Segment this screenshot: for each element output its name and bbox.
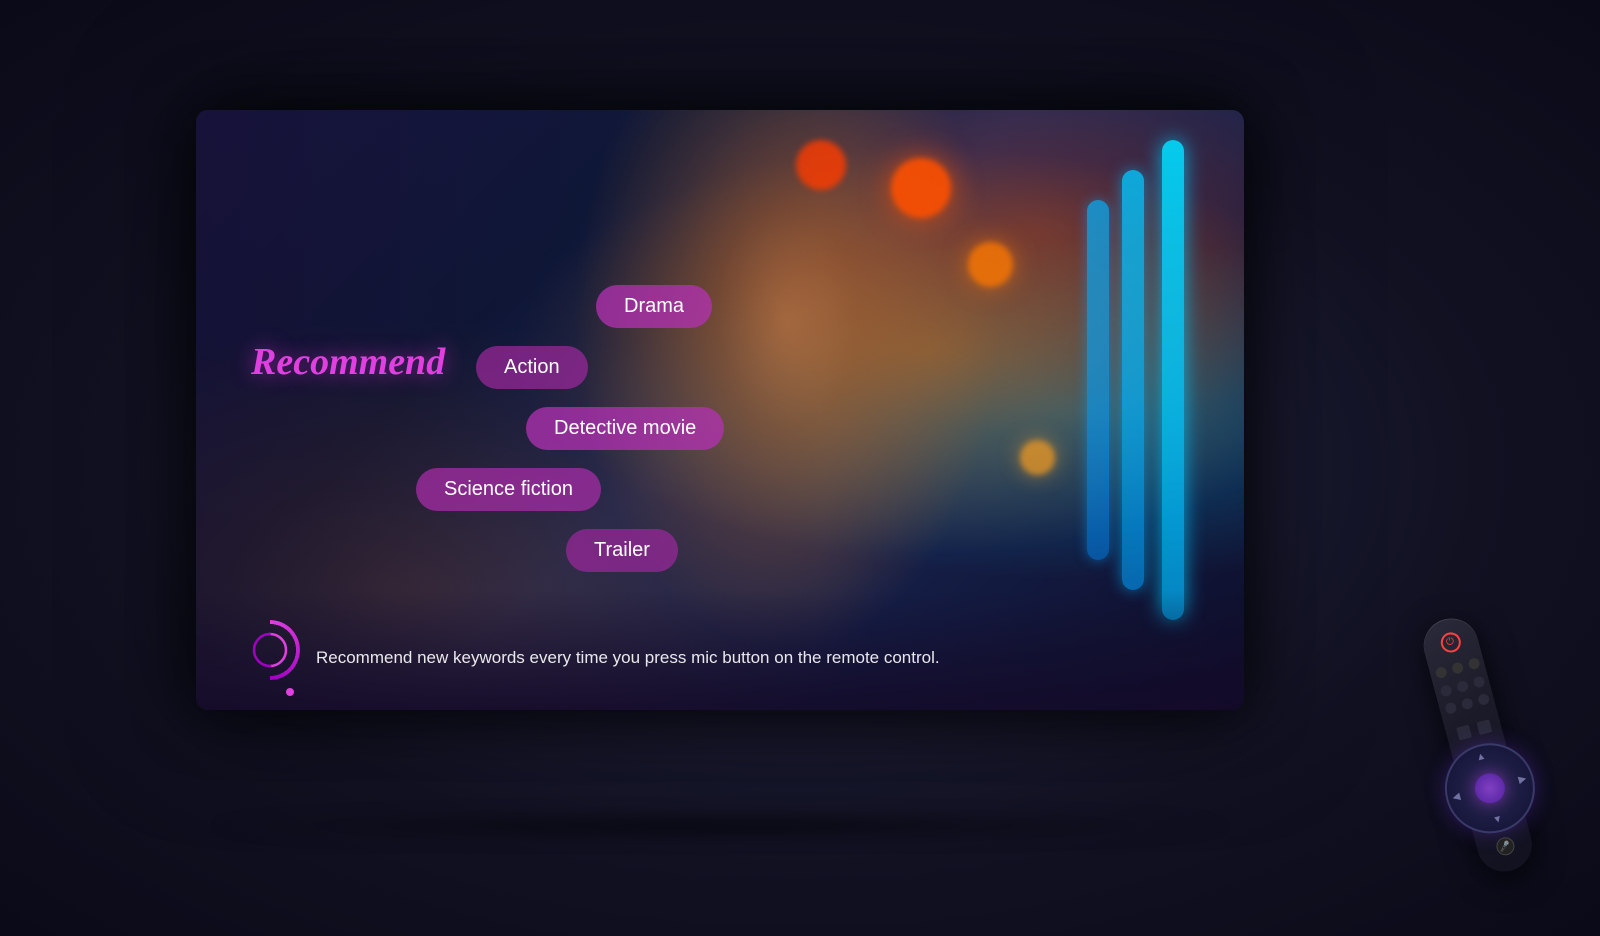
tag-row-action: Action <box>396 346 956 397</box>
dpad-up-icon: ▲ <box>1475 750 1487 763</box>
remote-dpad-center[interactable] <box>1471 770 1508 807</box>
voice-dot <box>286 688 294 696</box>
remote-btn-menu[interactable] <box>1456 725 1472 741</box>
tv-frame: Recommend Drama Action Detective movie S… <box>196 110 1244 710</box>
remote-btn-home[interactable] <box>1476 719 1492 735</box>
remote-btn-1[interactable] <box>1434 666 1447 679</box>
remote-btn-9[interactable] <box>1476 693 1489 706</box>
remote-mic-button[interactable]: 🎤 <box>1494 835 1516 857</box>
tag-row-trailer: Trailer <box>396 529 956 580</box>
tag-action[interactable]: Action <box>476 346 588 389</box>
voice-circle-icon <box>238 618 302 682</box>
tag-row-detective: Detective movie <box>396 407 956 458</box>
remote-btn-5[interactable] <box>1455 680 1468 693</box>
tag-trailer[interactable]: Trailer <box>566 529 678 572</box>
remote-control: ⏻ <box>1361 543 1579 888</box>
remote-number-row-1 <box>1434 657 1480 679</box>
tag-row-scifi: Science fiction <box>396 468 956 519</box>
bokeh-orange-1 <box>891 158 951 218</box>
neon-line-2 <box>1122 170 1144 590</box>
remote-middle-row <box>1456 719 1492 740</box>
tag-drama[interactable]: Drama <box>596 285 712 328</box>
neon-line-3 <box>1087 200 1109 560</box>
remote-body: ⏻ <box>1418 612 1538 877</box>
tag-row-drama: Drama <box>396 285 956 336</box>
remote-btn-4[interactable] <box>1439 684 1452 697</box>
remote-power-button[interactable]: ⏻ <box>1438 630 1462 654</box>
tv-shadow <box>196 811 1244 841</box>
tag-science-fiction[interactable]: Science fiction <box>416 468 601 511</box>
neon-line-1 <box>1162 140 1184 620</box>
dpad-right-icon: ▶ <box>1517 773 1527 786</box>
remote-btn-3[interactable] <box>1467 657 1480 670</box>
remote-btn-6[interactable] <box>1472 675 1485 688</box>
remote-dpad[interactable]: ▲ ▼ ◀ ▶ <box>1434 733 1544 843</box>
dpad-left-icon: ◀ <box>1451 791 1461 804</box>
scene-wrapper: Recommend Drama Action Detective movie S… <box>0 0 1600 936</box>
bottom-instruction-text: Recommend new keywords every time you pr… <box>316 648 940 668</box>
remote-number-row-3 <box>1444 693 1490 715</box>
remote-btn-7[interactable] <box>1444 702 1457 715</box>
dpad-down-icon: ▼ <box>1492 813 1504 826</box>
remote-btn-2[interactable] <box>1450 661 1463 674</box>
remote-btn-8[interactable] <box>1460 697 1473 710</box>
tag-detective-movie[interactable]: Detective movie <box>526 407 724 450</box>
tags-container: Drama Action Detective movie Science fic… <box>396 285 956 590</box>
tv-screen: Recommend Drama Action Detective movie S… <box>196 110 1244 710</box>
